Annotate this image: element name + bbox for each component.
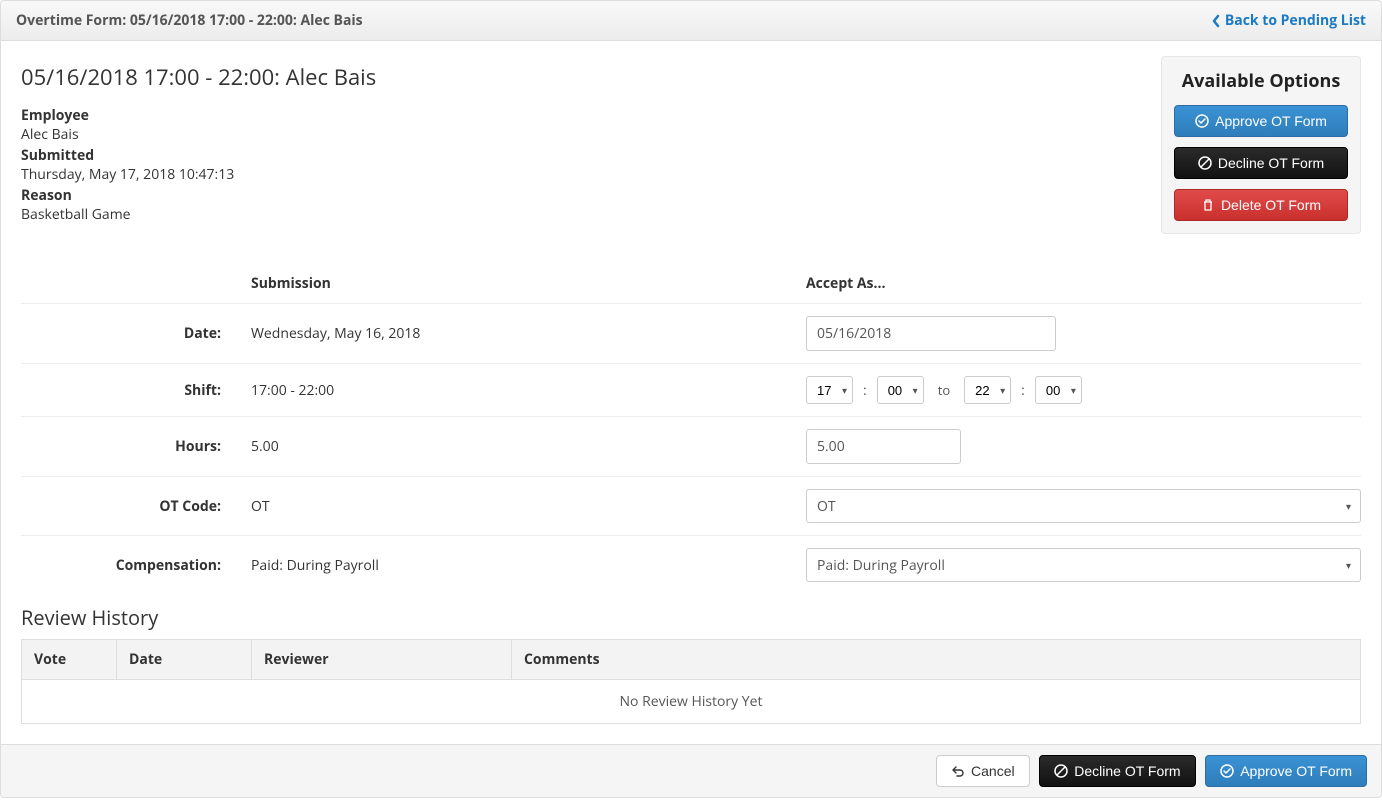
- compensation-label: Compensation:: [21, 556, 251, 575]
- date-input[interactable]: [806, 316, 1056, 351]
- ok-circle-icon: [1220, 764, 1234, 778]
- back-link-label: Back to Pending List: [1225, 11, 1366, 30]
- to-text: to: [938, 381, 950, 399]
- footer-decline-button[interactable]: Decline OT Form: [1039, 755, 1195, 787]
- review-history-title: Review History: [21, 604, 1361, 631]
- accept-as-header: Accept As...: [806, 274, 1361, 293]
- approve-ot-label: Approve OT Form: [1215, 113, 1327, 129]
- hours-submission: 5.00: [251, 437, 806, 456]
- trash-icon: [1201, 198, 1215, 212]
- start-hour-select[interactable]: 17: [806, 376, 853, 404]
- available-options-box: Available Options Approve OT Form Declin…: [1161, 56, 1361, 234]
- submitted-label: Submitted: [21, 146, 841, 165]
- decline-ot-button[interactable]: Decline OT Form: [1174, 147, 1348, 179]
- reason-label: Reason: [21, 186, 841, 205]
- submission-header: Submission: [251, 274, 806, 293]
- end-hour-select[interactable]: 22: [964, 376, 1011, 404]
- back-to-pending-link[interactable]: Back to Pending List: [1211, 11, 1366, 30]
- otcode-submission: OT: [251, 497, 806, 516]
- otcode-label: OT Code:: [21, 497, 251, 516]
- undo-icon: [951, 764, 965, 778]
- overtime-form-panel: Overtime Form: 05/16/2018 17:00 - 22:00:…: [0, 0, 1382, 798]
- panel-header: Overtime Form: 05/16/2018 17:00 - 22:00:…: [1, 1, 1381, 41]
- row-date: Date: Wednesday, May 16, 2018: [21, 304, 1361, 364]
- ban-circle-icon: [1054, 764, 1068, 778]
- footer-approve-label: Approve OT Form: [1240, 763, 1352, 779]
- ban-circle-icon: [1198, 156, 1212, 170]
- delete-ot-label: Delete OT Form: [1221, 197, 1321, 213]
- col-vote: Vote: [22, 640, 117, 680]
- panel-footer: Cancel Decline OT Form Approve OT Form: [1, 744, 1381, 797]
- row-shift: Shift: 17:00 - 22:00 17 : 00 to 22 : 00: [21, 364, 1361, 417]
- hours-input[interactable]: [806, 429, 961, 464]
- chevron-left-icon: [1211, 14, 1221, 28]
- review-empty-row: No Review History Yet: [22, 680, 1361, 724]
- panel-title: Overtime Form: 05/16/2018 17:00 - 22:00:…: [16, 11, 363, 30]
- footer-decline-label: Decline OT Form: [1074, 763, 1180, 779]
- panel-body: Available Options Approve OT Form Declin…: [1, 41, 1381, 744]
- decline-ot-label: Decline OT Form: [1218, 155, 1324, 171]
- col-date: Date: [117, 640, 252, 680]
- footer-approve-button[interactable]: Approve OT Form: [1205, 755, 1367, 787]
- compensation-submission: Paid: During Payroll: [251, 556, 806, 575]
- end-min-select[interactable]: 00: [1035, 376, 1082, 404]
- employee-value: Alec Bais: [21, 125, 841, 144]
- employee-label: Employee: [21, 106, 841, 125]
- delete-ot-button[interactable]: Delete OT Form: [1174, 189, 1348, 221]
- review-history-table: Vote Date Reviewer Comments No Review Hi…: [21, 639, 1361, 724]
- date-label: Date:: [21, 324, 251, 343]
- colon-separator: :: [863, 381, 867, 400]
- start-min-select[interactable]: 00: [877, 376, 924, 404]
- row-hours: Hours: 5.00: [21, 417, 1361, 477]
- shift-inputs: 17 : 00 to 22 : 00: [806, 376, 1361, 404]
- hours-label: Hours:: [21, 437, 251, 456]
- col-reviewer: Reviewer: [252, 640, 512, 680]
- compensation-select[interactable]: Paid: During Payroll: [806, 548, 1361, 582]
- reason-value: Basketball Game: [21, 205, 841, 224]
- ok-circle-icon: [1195, 114, 1209, 128]
- col-comments: Comments: [512, 640, 1361, 680]
- columns-header: Submission Accept As...: [21, 264, 1361, 304]
- shift-submission: 17:00 - 22:00: [251, 381, 806, 400]
- available-options-title: Available Options: [1174, 69, 1348, 93]
- form-meta: Employee Alec Bais Submitted Thursday, M…: [21, 106, 841, 224]
- page-title: 05/16/2018 17:00 - 22:00: Alec Bais: [21, 62, 1361, 92]
- otcode-select[interactable]: OT: [806, 489, 1361, 523]
- date-submission: Wednesday, May 16, 2018: [251, 324, 806, 343]
- submitted-value: Thursday, May 17, 2018 10:47:13: [21, 165, 841, 184]
- cancel-label: Cancel: [971, 763, 1015, 779]
- shift-label: Shift:: [21, 381, 251, 400]
- row-compensation: Compensation: Paid: During Payroll Paid:…: [21, 536, 1361, 594]
- row-otcode: OT Code: OT OT: [21, 477, 1361, 536]
- approve-ot-button[interactable]: Approve OT Form: [1174, 105, 1348, 137]
- colon-separator: :: [1021, 381, 1025, 400]
- cancel-button[interactable]: Cancel: [936, 755, 1030, 787]
